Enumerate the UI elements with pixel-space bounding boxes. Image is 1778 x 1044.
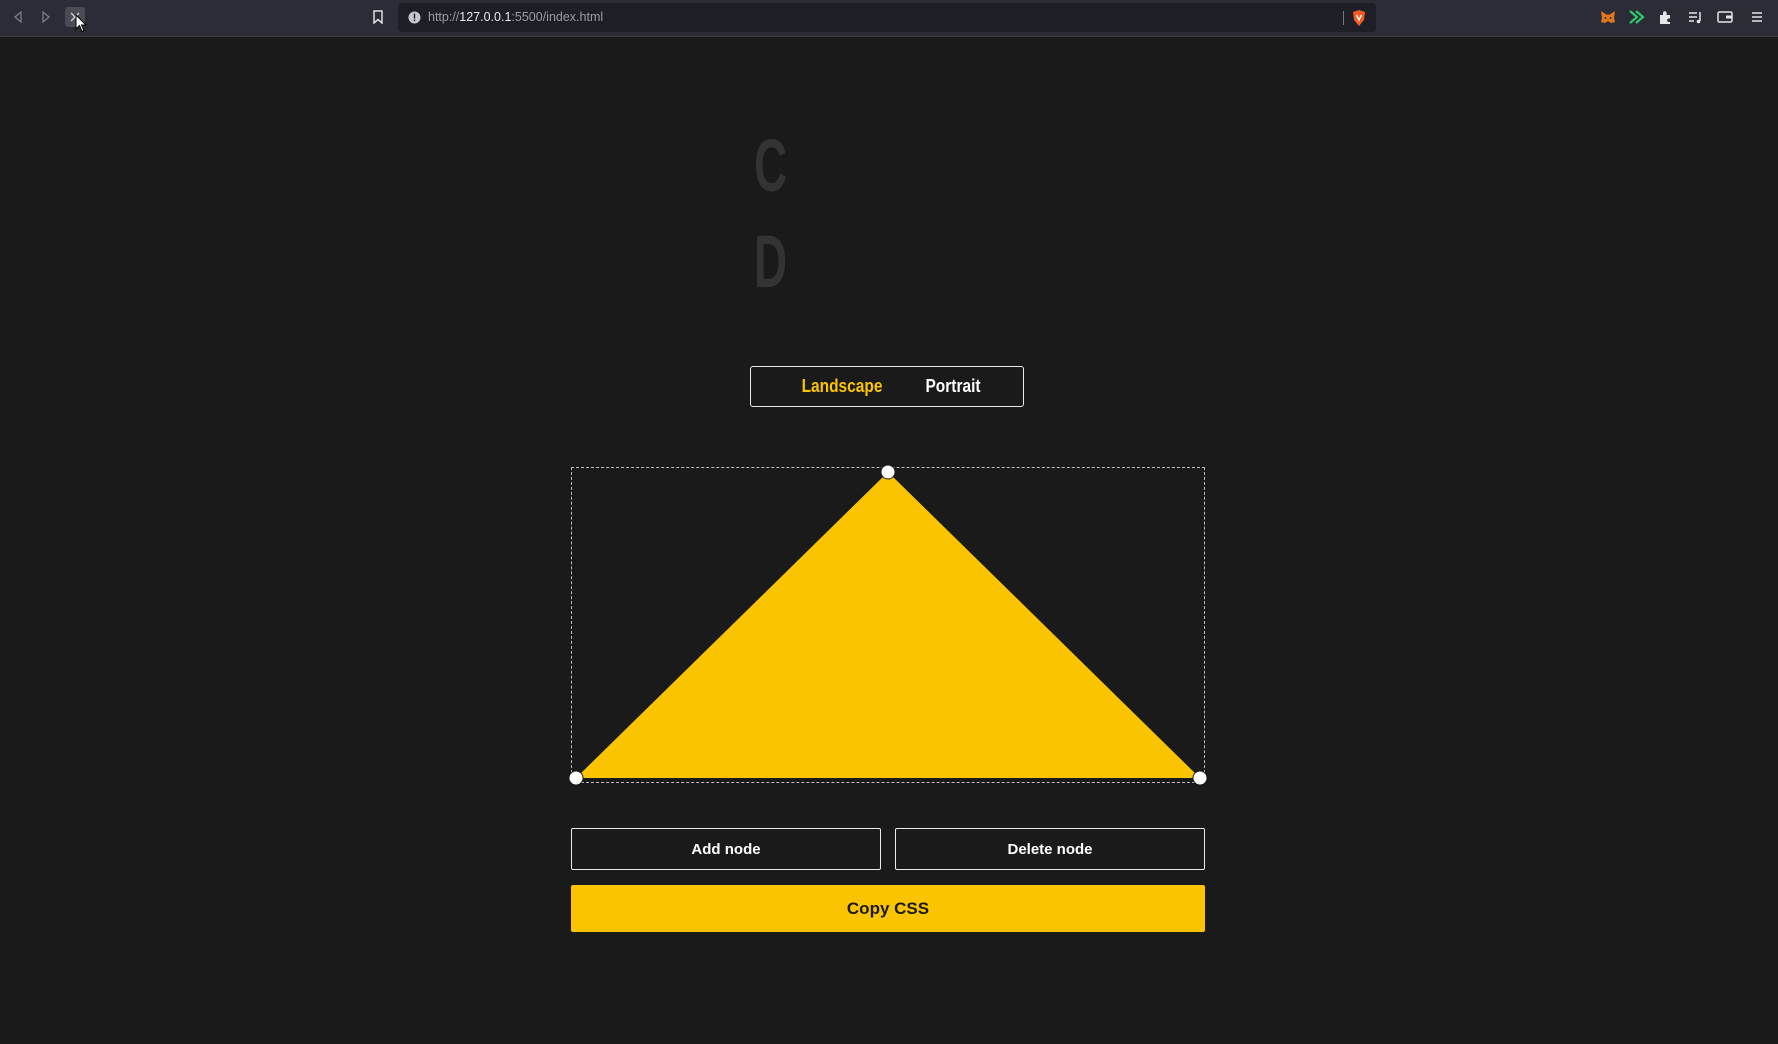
playlist-icon[interactable] <box>1686 8 1704 26</box>
heading-letter: D <box>754 220 787 303</box>
heading-letter: C <box>754 124 787 207</box>
menu-icon[interactable] <box>1748 8 1766 26</box>
address-bar[interactable]: http://127.0.0.1:5500/index.html <box>398 3 1376 32</box>
page-heading: C D <box>740 118 800 310</box>
clip-path-preview <box>568 464 1208 786</box>
bookmark-icon[interactable] <box>368 7 388 27</box>
portrait-option[interactable]: Portrait <box>925 367 980 406</box>
clip-path-editor[interactable] <box>568 464 1208 786</box>
browser-toolbar: http://127.0.0.1:5500/index.html <box>0 0 1778 37</box>
mouse-cursor-icon <box>75 14 88 33</box>
metamask-icon[interactable] <box>1599 8 1617 26</box>
url-divider <box>1343 11 1344 25</box>
url-path: :5500/index.html <box>511 10 604 24</box>
wallet-icon[interactable] <box>1716 8 1734 26</box>
forward-icon[interactable] <box>36 7 56 27</box>
site-info-icon[interactable] <box>408 11 421 24</box>
url-scheme: http:// <box>428 10 460 24</box>
orientation-toggle: Landscape Portrait <box>750 366 1024 407</box>
back-icon[interactable] <box>8 7 28 27</box>
copy-css-button[interactable]: Copy CSS <box>571 885 1205 932</box>
url-host: 127.0.0.1 <box>459 10 512 24</box>
node-handle-1[interactable] <box>880 464 896 480</box>
node-handle-3[interactable] <box>1192 770 1208 786</box>
add-node-button[interactable]: Add node <box>571 828 881 870</box>
node-handle-2[interactable] <box>568 770 584 786</box>
brave-shield-icon[interactable] <box>1351 9 1367 27</box>
clip-path-shape <box>576 472 1200 778</box>
landscape-option[interactable]: Landscape <box>802 367 883 406</box>
url-text[interactable]: http://127.0.0.1:5500/index.html <box>428 9 603 26</box>
delete-node-button[interactable]: Delete node <box>895 828 1205 870</box>
brave-talk-icon[interactable] <box>1628 8 1646 26</box>
extensions-icon[interactable] <box>1656 8 1674 26</box>
